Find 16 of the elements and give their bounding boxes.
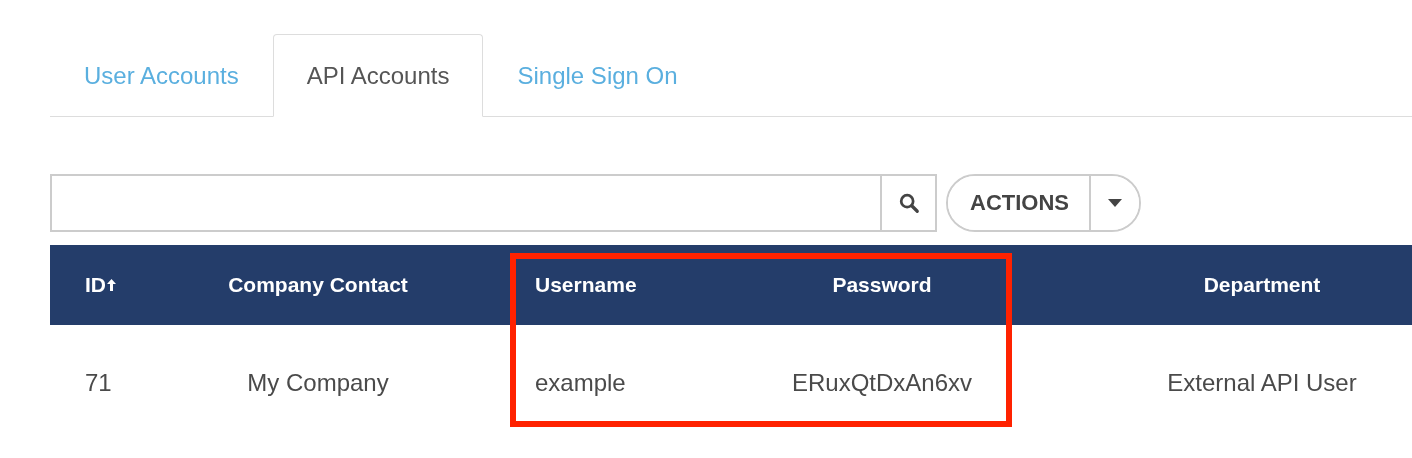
column-header[interactable]: Department [1004,245,1412,325]
table-cell-text: My Company [246,367,390,398]
column-header[interactable]: Company Contact [180,245,456,325]
table-cell-text: External API User [1166,367,1358,398]
search-button[interactable] [880,174,937,232]
tab[interactable]: API Accounts [272,34,484,117]
table-cell-text: 71 [84,367,113,398]
caret-icon [1108,199,1122,207]
column-header[interactable]: ID [50,245,180,325]
actions-button[interactable]: ACTIONS [948,176,1091,230]
search-icon [897,192,920,214]
table-cell-text: example [534,367,627,398]
search-field[interactable] [50,174,880,232]
column-header[interactable]: Username [456,245,760,325]
table-cell-text: ERuxQtDxAn6xv [790,367,974,398]
column-header[interactable]: Password [760,245,1004,325]
